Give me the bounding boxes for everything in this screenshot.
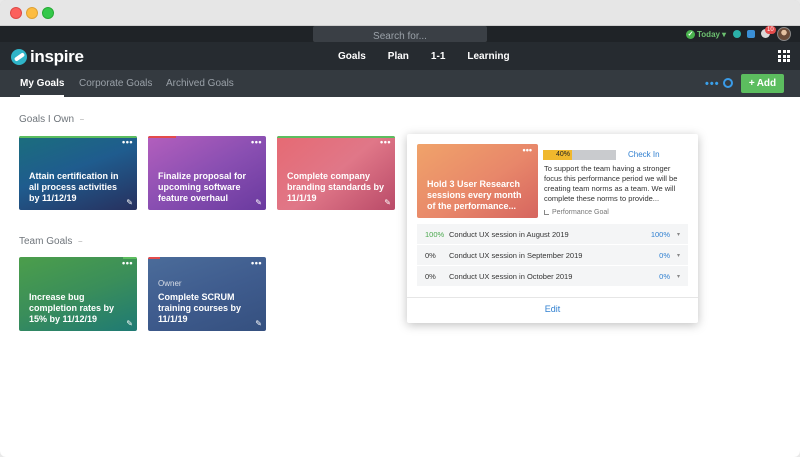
main-navigation: inspire Goals Plan 1-1 Learning	[0, 42, 800, 70]
key-result-name: Conduct UX session in October 2019	[449, 271, 573, 281]
tab-corporate-goals[interactable]: Corporate Goals	[79, 70, 152, 97]
key-result-row[interactable]: 0% Conduct UX session in October 2019 0%…	[417, 266, 688, 287]
user-avatar[interactable]	[777, 27, 791, 41]
goal-status-bar	[148, 257, 160, 259]
goal-status-bar	[19, 136, 137, 138]
goal-card[interactable]: ••• Increase bug completion rates by 15%…	[19, 257, 137, 331]
section-title: Team Goals	[19, 236, 73, 247]
gear-icon[interactable]	[723, 78, 733, 88]
minimize-window-button[interactable]	[26, 7, 38, 19]
popover-divider	[407, 297, 698, 298]
notification-badge: 10	[765, 26, 776, 34]
card-menu-icon[interactable]: •••	[380, 138, 391, 147]
goal-card[interactable]: ••• Attain certification in all process …	[19, 136, 137, 210]
edit-pencil-icon[interactable]: ✎	[384, 198, 391, 207]
goal-card[interactable]: ••• Complete company branding standards …	[277, 136, 395, 210]
section-team-goals[interactable]: Team Goals –	[19, 236, 82, 247]
chart-icon	[544, 210, 549, 215]
inspire-logo-icon	[11, 49, 27, 65]
top-utility-bar: ✓ Today ▾ 10	[0, 26, 800, 45]
goal-title: Increase bug completion rates by 15% by …	[29, 292, 115, 324]
check-in-link[interactable]: Check In	[628, 150, 660, 159]
nav-goals[interactable]: Goals	[338, 51, 366, 62]
add-goal-button[interactable]: + Add	[741, 74, 784, 93]
edit-pencil-icon[interactable]: ✎	[126, 319, 133, 328]
brand-logo[interactable]: inspire	[11, 47, 84, 67]
collapse-icon: –	[78, 238, 83, 245]
key-result-percent: 0%	[425, 271, 436, 281]
key-result-row[interactable]: 100% Conduct UX session in August 2019 1…	[417, 224, 688, 245]
edit-goal-link[interactable]: Edit	[407, 304, 698, 314]
edit-pencil-icon[interactable]: ✎	[255, 198, 262, 207]
goal-description: To support the team having a stronger fo…	[544, 164, 678, 203]
goal-progress-bar: 40%	[543, 150, 616, 160]
section-title: Goals I Own	[19, 114, 75, 125]
goal-title: Complete SCRUM training courses by 11/1/…	[158, 292, 242, 324]
goal-status-bar	[148, 136, 176, 138]
key-result-percent: 100%	[425, 229, 445, 239]
owner-label: Owner	[158, 279, 182, 288]
key-result-value[interactable]: 0%	[659, 272, 670, 281]
check-icon: ✓	[686, 29, 695, 39]
key-result-name: Conduct UX session in August 2019	[449, 229, 569, 239]
key-results-list: 100% Conduct UX session in August 2019 1…	[417, 224, 688, 287]
maximize-window-button[interactable]	[42, 7, 54, 19]
chevron-down-icon[interactable]: ▾	[677, 252, 680, 259]
goal-title: Complete company branding standards by 1…	[287, 171, 385, 203]
goals-subnav: My Goals Corporate Goals Archived Goals …	[0, 70, 800, 97]
goal-card[interactable]: ••• Owner Complete SCRUM training course…	[148, 257, 266, 331]
goal-status-bar	[277, 136, 395, 138]
edit-pencil-icon[interactable]: ✎	[126, 198, 133, 207]
goal-title: Finalize proposal for upcoming software …	[158, 171, 247, 203]
search-box[interactable]	[313, 26, 487, 45]
chevron-down-icon[interactable]: ▾	[677, 273, 680, 280]
add-label: Add	[756, 78, 777, 89]
key-result-value[interactable]: 100%	[651, 230, 670, 239]
key-result-percent: 0%	[425, 250, 436, 260]
window-titlebar	[0, 0, 800, 26]
goal-detail-popover: ••• Hold 3 User Research sessions every …	[407, 134, 698, 323]
close-window-button[interactable]	[10, 7, 22, 19]
plus-icon: +	[748, 78, 755, 89]
primary-nav-links: Goals Plan 1-1 Learning	[338, 42, 532, 70]
card-menu-icon[interactable]: •••	[251, 138, 262, 147]
app-grid-icon[interactable]	[778, 50, 790, 62]
tab-archived-goals[interactable]: Archived Goals	[166, 70, 234, 97]
goal-type-label: Performance Goal	[552, 209, 609, 216]
card-menu-icon[interactable]: •••	[251, 259, 262, 268]
help-icon[interactable]	[733, 30, 741, 38]
card-menu-icon[interactable]: •••	[122, 138, 133, 147]
brand-name: inspire	[30, 47, 84, 66]
more-options-button[interactable]: •••	[705, 78, 720, 90]
chat-icon[interactable]	[747, 30, 755, 38]
chevron-down-icon[interactable]: ▾	[677, 231, 680, 238]
section-goals-i-own[interactable]: Goals I Own –	[19, 114, 84, 125]
edit-pencil-icon[interactable]: ✎	[255, 319, 262, 328]
key-result-value[interactable]: 0%	[659, 251, 670, 260]
chevron-down-icon: ▾	[721, 29, 726, 39]
card-menu-icon[interactable]: •••	[523, 146, 532, 155]
popover-goal-card[interactable]: ••• Hold 3 User Research sessions every …	[417, 144, 538, 218]
card-menu-icon[interactable]: •••	[122, 259, 133, 268]
nav-plan[interactable]: Plan	[388, 51, 409, 62]
progress-label: 40%	[555, 151, 570, 158]
today-dropdown[interactable]: ✓ Today ▾	[686, 28, 726, 40]
nav-learning[interactable]: Learning	[467, 51, 509, 62]
nav-one-on-one[interactable]: 1-1	[431, 51, 445, 62]
today-label: Today	[697, 29, 720, 39]
collapse-icon: –	[80, 116, 84, 123]
goal-title: Attain certification in all process acti…	[29, 171, 119, 203]
tab-my-goals[interactable]: My Goals	[20, 70, 65, 97]
app-window: ✓ Today ▾ 10 inspire Goals Plan 1-1 Lear…	[0, 0, 800, 457]
goal-title: Hold 3 User Research sessions every mont…	[427, 179, 522, 211]
goal-type: Performance Goal	[544, 209, 609, 216]
key-result-name: Conduct UX session in September 2019	[449, 250, 583, 260]
key-result-row[interactable]: 0% Conduct UX session in September 2019 …	[417, 245, 688, 266]
goal-card[interactable]: ••• Finalize proposal for upcoming softw…	[148, 136, 266, 210]
